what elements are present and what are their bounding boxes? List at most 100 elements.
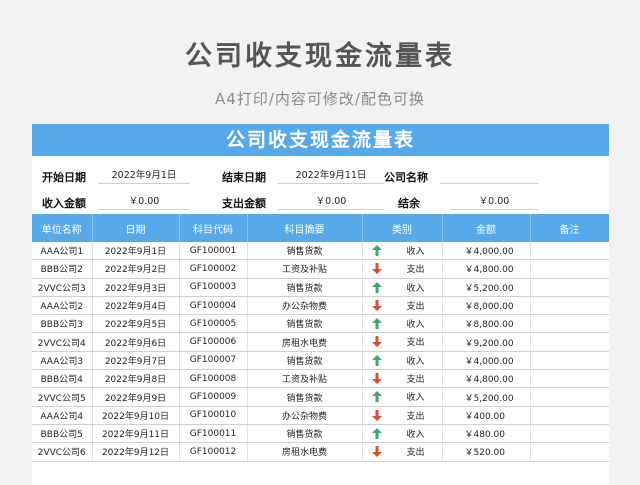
cell-date[interactable]: 2022年9月1日 [92, 242, 180, 261]
cell-amount[interactable]: ￥8,000.00 [442, 296, 531, 316]
cell-note[interactable] [530, 424, 609, 444]
table-row[interactable]: BBB公司4 2022年9月8日 GF100008 工资及补贴 支出 ￥4,800.00 [32, 369, 609, 389]
cell-type[interactable]: 收入 [362, 278, 443, 297]
column-header-unit[interactable]: 单位名称 [32, 214, 93, 242]
cell-amount[interactable]: ￥480.00 [442, 424, 531, 444]
cell-date[interactable]: 2022年9月7日 [92, 351, 180, 371]
cell-note[interactable] [530, 442, 609, 462]
cell-amount[interactable]: ￥8,800.00 [442, 314, 531, 334]
cell-type[interactable]: 收入 [362, 314, 443, 334]
cell-unit[interactable]: BBB公司4 [32, 369, 93, 389]
cell-summary[interactable]: 办公杂物费 [247, 296, 363, 316]
cell-type[interactable]: 支出 [362, 259, 443, 279]
cell-summary[interactable]: 销售货款 [247, 278, 363, 297]
cell-note[interactable] [530, 369, 609, 389]
cell-code[interactable]: GF100010 [179, 406, 248, 425]
cell-note[interactable] [530, 259, 609, 279]
table-row[interactable]: 2VVC公司6 2022年9月12日 GF100012 房租水电费 支出 ￥520.00 [32, 442, 609, 462]
table-row[interactable]: BBB公司3 2022年9月5日 GF100005 销售货款 收入 ￥8,800.00 [32, 314, 609, 334]
column-header-note[interactable]: 备注 [530, 214, 609, 242]
column-header-code[interactable]: 科目代码 [179, 214, 248, 242]
cell-code[interactable]: GF100011 [179, 424, 248, 444]
cell-type[interactable]: 收入 [362, 387, 443, 407]
cell-date[interactable]: 2022年9月6日 [92, 332, 180, 352]
cell-code[interactable]: GF100009 [179, 387, 248, 407]
cell-unit[interactable]: 2VVC公司3 [32, 278, 93, 297]
cell-note[interactable] [530, 242, 609, 261]
column-header-type[interactable]: 类别 [362, 214, 443, 242]
cell-unit[interactable]: 2VVC公司5 [32, 387, 93, 407]
cell-type[interactable]: 支出 [362, 296, 443, 316]
table-row[interactable]: 2VVC公司3 2022年9月3日 GF100003 销售货款 收入 ￥5,200.00 [32, 278, 609, 297]
cell-date[interactable]: 2022年9月11日 [92, 424, 180, 444]
cell-date[interactable]: 2022年9月9日 [92, 387, 180, 407]
cell-code[interactable]: GF100008 [179, 369, 248, 389]
cell-amount[interactable]: ￥400.00 [442, 406, 531, 425]
cell-unit[interactable]: AAA公司1 [32, 242, 93, 261]
cell-code[interactable]: GF100012 [179, 442, 248, 462]
cell-note[interactable] [530, 406, 609, 425]
cell-date[interactable]: 2022年9月12日 [92, 442, 180, 462]
cell-unit[interactable]: BBB公司2 [32, 259, 93, 279]
cell-summary[interactable]: 房租水电费 [247, 332, 363, 352]
cell-note[interactable] [530, 314, 609, 334]
cell-date[interactable]: 2022年9月2日 [92, 259, 180, 279]
table-row[interactable]: AAA公司3 2022年9月7日 GF100007 销售货款 收入 ￥4,000.00 [32, 351, 609, 371]
cell-amount[interactable]: ￥4,800.00 [442, 259, 531, 279]
table-row[interactable]: 2VVC公司4 2022年9月6日 GF100006 房租水电费 支出 ￥9,200.00 [32, 332, 609, 352]
cell-type[interactable]: 收入 [362, 351, 443, 371]
column-header-summary[interactable]: 科目摘要 [247, 214, 363, 242]
cell-date[interactable]: 2022年9月5日 [92, 314, 180, 334]
cell-code[interactable]: GF100006 [179, 332, 248, 352]
cell-date[interactable]: 2022年9月3日 [92, 278, 180, 297]
cell-summary[interactable]: 销售货款 [247, 314, 363, 334]
cell-type[interactable]: 支出 [362, 369, 443, 389]
cell-amount[interactable]: ￥9,200.00 [442, 332, 531, 352]
cell-code[interactable]: GF100002 [179, 259, 248, 279]
cell-unit[interactable]: AAA公司2 [32, 296, 93, 316]
table-row[interactable]: AAA公司2 2022年9月4日 GF100004 办公杂物费 支出 ￥8,000.00 [32, 296, 609, 316]
cell-summary[interactable]: 工资及补贴 [247, 369, 363, 389]
cell-unit[interactable]: BBB公司3 [32, 314, 93, 334]
cell-date[interactable]: 2022年9月8日 [92, 369, 180, 389]
cell-unit[interactable]: AAA公司4 [32, 406, 93, 425]
cell-summary[interactable]: 销售货款 [247, 351, 363, 371]
cell-date[interactable]: 2022年9月4日 [92, 296, 180, 316]
cell-code[interactable]: GF100004 [179, 296, 248, 316]
cell-note[interactable] [530, 296, 609, 316]
table-row[interactable]: AAA公司4 2022年9月10日 GF100010 办公杂物费 支出 ￥400.00 [32, 406, 609, 425]
cell-code[interactable]: GF100003 [179, 278, 248, 297]
cell-amount[interactable]: ￥4,800.00 [442, 369, 531, 389]
column-header-amount[interactable]: 金额 [442, 214, 531, 242]
cell-unit[interactable]: AAA公司3 [32, 351, 93, 371]
cell-note[interactable] [530, 387, 609, 407]
cell-amount[interactable]: ￥5,200.00 [442, 387, 531, 407]
cell-note[interactable] [530, 278, 609, 297]
start-date-field[interactable]: 2022年9月1日 [98, 170, 190, 184]
income-total-field[interactable]: ￥0.00 [98, 196, 190, 210]
cell-summary[interactable]: 销售货款 [247, 424, 363, 444]
cell-summary[interactable]: 销售货款 [247, 387, 363, 407]
table-row[interactable]: BBB公司2 2022年9月2日 GF100002 工资及补贴 支出 ￥4,800.00 [32, 259, 609, 279]
cell-summary[interactable]: 办公杂物费 [247, 406, 363, 425]
cell-note[interactable] [530, 332, 609, 352]
cell-summary[interactable]: 工资及补贴 [247, 259, 363, 279]
cell-code[interactable]: GF100001 [179, 242, 248, 261]
cell-type[interactable]: 支出 [362, 406, 443, 425]
balance-field[interactable]: ￥0.00 [450, 196, 538, 210]
table-row[interactable]: BBB公司5 2022年9月11日 GF100011 销售货款 收入 ￥480.00 [32, 424, 609, 444]
cell-summary[interactable]: 房租水电费 [247, 442, 363, 462]
cell-amount[interactable]: ￥5,200.00 [442, 278, 531, 297]
cell-code[interactable]: GF100007 [179, 351, 248, 371]
expense-total-field[interactable]: ￥0.00 [278, 196, 384, 210]
cell-amount[interactable]: ￥4,000.00 [442, 351, 531, 371]
cell-unit[interactable]: BBB公司5 [32, 424, 93, 444]
end-date-field[interactable]: 2022年9月11日 [278, 170, 384, 184]
cell-type[interactable]: 支出 [362, 332, 443, 352]
cell-code[interactable]: GF100005 [179, 314, 248, 334]
cell-amount[interactable]: ￥520.00 [442, 442, 531, 462]
cell-summary[interactable]: 销售货款 [247, 242, 363, 261]
table-row[interactable]: 2VVC公司5 2022年9月9日 GF100009 销售货款 收入 ￥5,200.00 [32, 387, 609, 407]
cell-type[interactable]: 支出 [362, 442, 443, 462]
column-header-date[interactable]: 日期 [92, 214, 180, 242]
